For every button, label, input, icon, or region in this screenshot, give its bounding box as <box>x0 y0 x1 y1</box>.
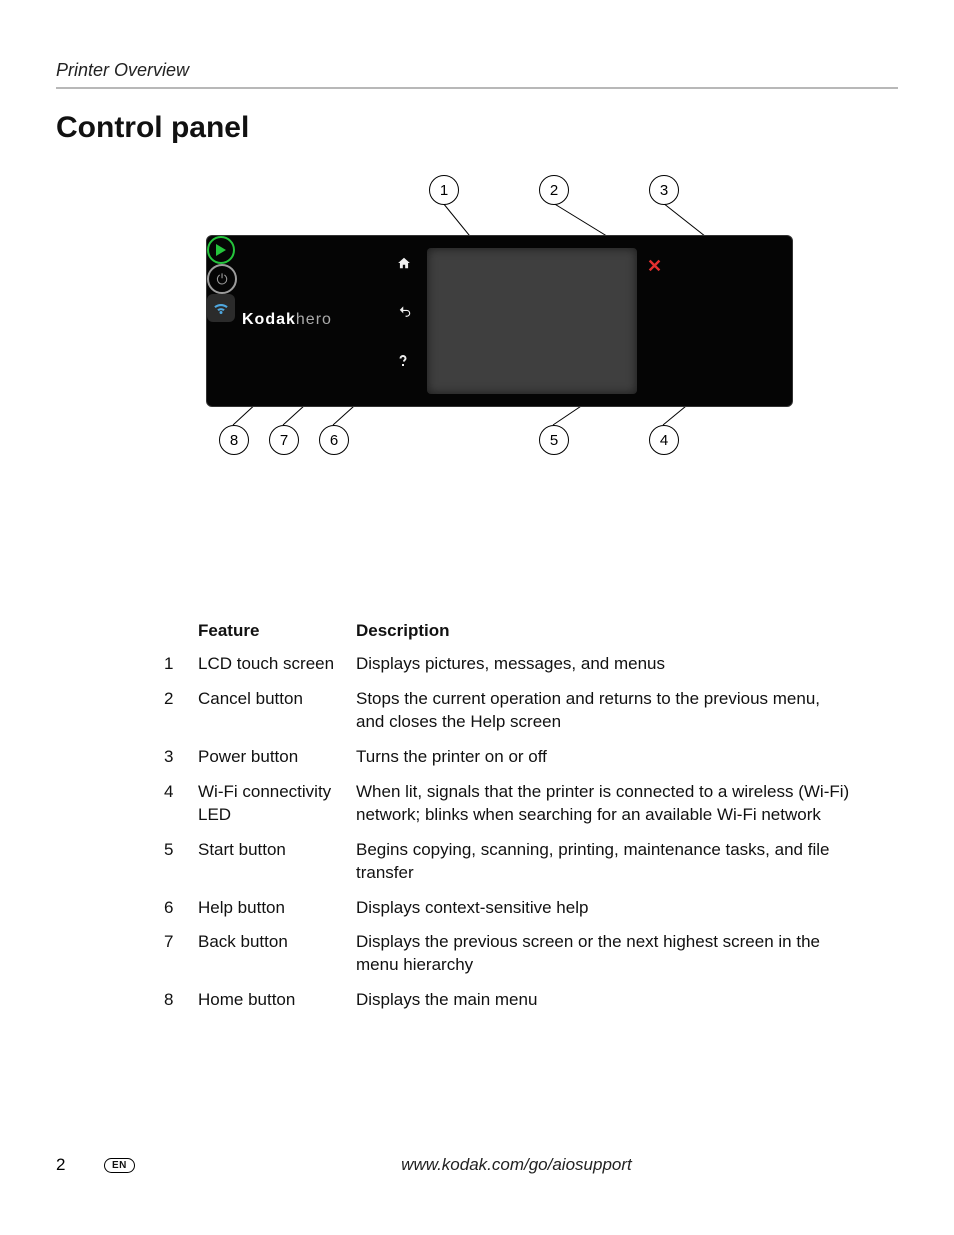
brand-logo: Kodakhero <box>242 311 332 329</box>
table-row: 6Help buttonDisplays context-sensitive h… <box>160 891 856 926</box>
callout-3: 3 <box>649 175 679 205</box>
lcd-screen <box>427 248 637 394</box>
th-feature: Feature <box>194 615 352 647</box>
table-row: 7Back buttonDisplays the previous screen… <box>160 925 856 983</box>
start-icon <box>207 236 235 264</box>
control-panel-diagram: Kodakhero ✕ ⏻ <box>206 175 806 485</box>
callout-5: 5 <box>539 425 569 455</box>
table-row: 2Cancel buttonStops the current operatio… <box>160 682 856 740</box>
help-icon <box>397 352 409 373</box>
cancel-icon: ✕ <box>647 256 662 277</box>
brand-name: Kodak <box>242 311 296 328</box>
table-row: 3Power buttonTurns the printer on or off <box>160 740 856 775</box>
page-number: 2 <box>56 1155 96 1175</box>
language-badge: EN <box>104 1158 135 1173</box>
page-title: Control panel <box>56 111 898 145</box>
table-row: 5Start buttonBegins copying, scanning, p… <box>160 833 856 891</box>
callout-6: 6 <box>319 425 349 455</box>
callout-8: 8 <box>219 425 249 455</box>
section-header: Printer Overview <box>56 60 898 89</box>
callout-1: 1 <box>429 175 459 205</box>
table-row: 8Home buttonDisplays the main menu <box>160 983 856 1018</box>
callout-2: 2 <box>539 175 569 205</box>
callout-4: 4 <box>649 425 679 455</box>
page-footer: 2 EN www.kodak.com/go/aiosupport <box>56 1155 898 1175</box>
callout-7: 7 <box>269 425 299 455</box>
table-row: 1LCD touch screenDisplays pictures, mess… <box>160 647 856 682</box>
wifi-icon <box>207 294 235 322</box>
product-name: hero <box>296 311 332 328</box>
table-row: 4Wi-Fi connectivity LEDWhen lit, signals… <box>160 775 856 833</box>
back-icon <box>397 304 413 323</box>
th-description: Description <box>352 615 856 647</box>
printer-panel: Kodakhero ✕ ⏻ <box>206 235 793 407</box>
support-url: www.kodak.com/go/aiosupport <box>135 1155 898 1175</box>
power-icon: ⏻ <box>207 264 237 294</box>
home-icon <box>397 256 411 275</box>
feature-table: Feature Description 1LCD touch screenDis… <box>160 615 856 1018</box>
